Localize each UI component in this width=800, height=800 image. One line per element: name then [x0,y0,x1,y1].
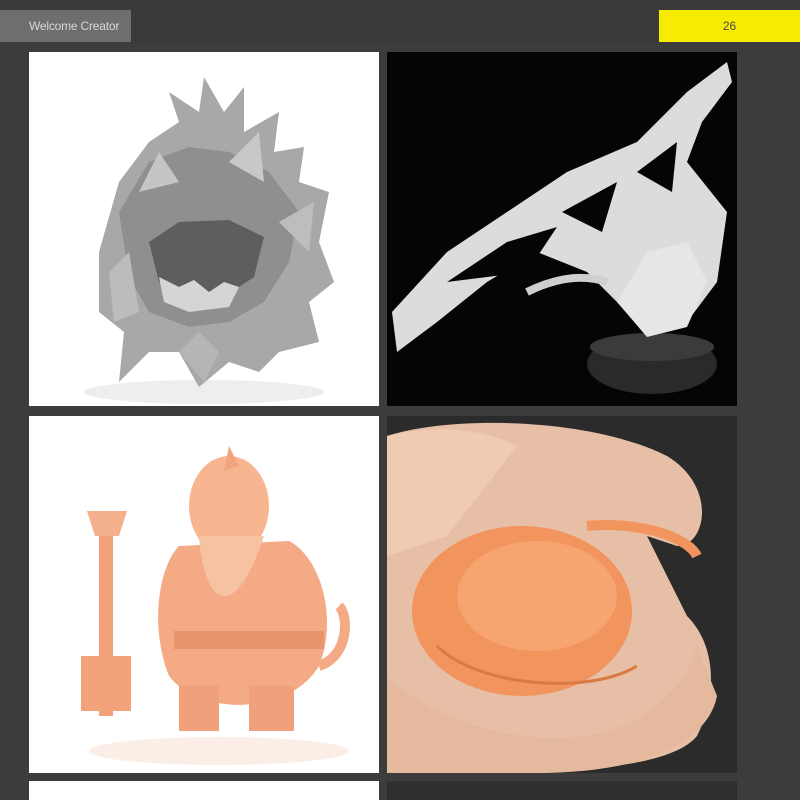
photo-orange-dwarf [29,416,379,773]
photo-grey-helmet [29,52,379,406]
page: Welcome Creator 26 [0,0,800,800]
photo-flexible-print-hand [387,416,737,773]
dragon-illustration [387,52,737,406]
photo-white-dragon [387,52,737,406]
top-bar: Welcome Creator 26 [0,0,800,44]
page-number-badge: 26 [659,10,800,42]
helmet-illustration [29,52,379,406]
hand-illustration [387,416,737,773]
dwarf-illustration [29,416,379,773]
photo-partial-right [387,781,737,800]
header-title: Welcome Creator [0,10,131,42]
photo-partial-left [29,781,379,800]
